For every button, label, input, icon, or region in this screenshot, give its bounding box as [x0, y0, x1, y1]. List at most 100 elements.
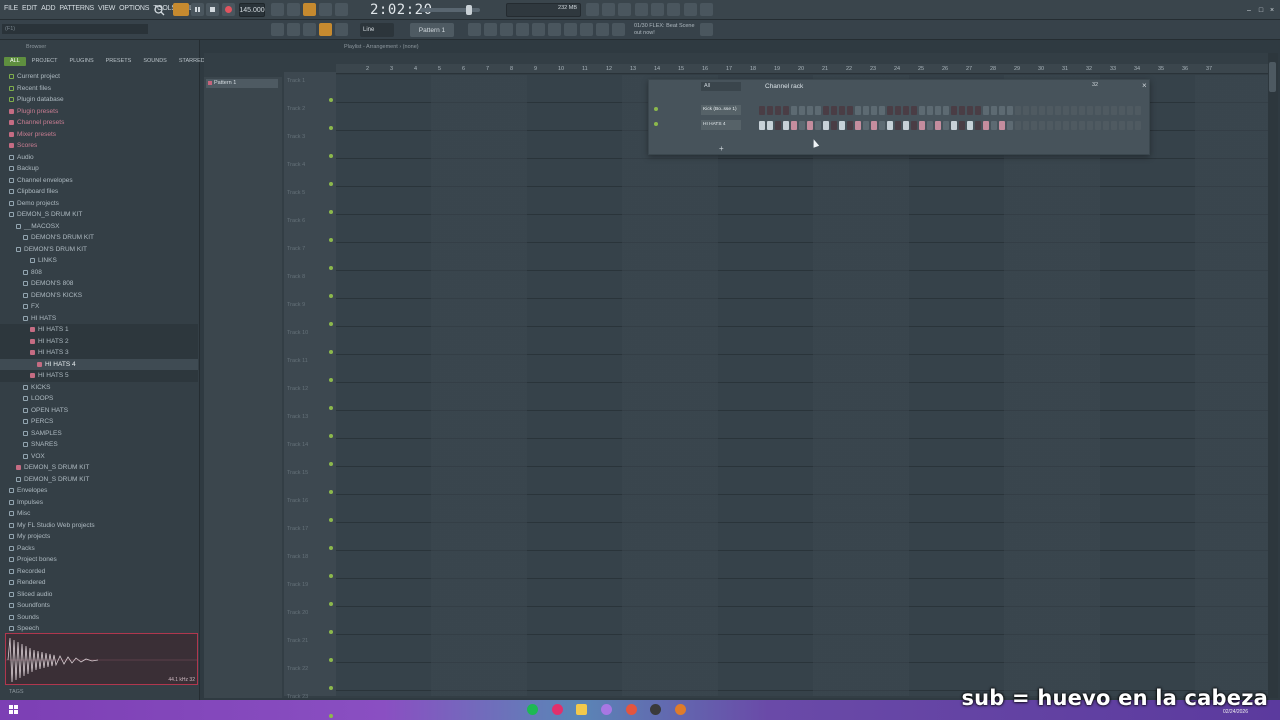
step-button[interactable] — [1007, 121, 1013, 130]
blend-notes-icon[interactable] — [335, 3, 348, 16]
master-volume-handle[interactable] — [466, 5, 472, 15]
step-button[interactable] — [991, 121, 997, 130]
news-icon[interactable] — [612, 23, 625, 36]
fl-studio-taskbar-icon[interactable] — [675, 704, 686, 715]
step-button[interactable] — [823, 106, 829, 115]
step-button[interactable] — [919, 106, 925, 115]
playlist-grid[interactable] — [336, 75, 1268, 696]
envelope-icon[interactable] — [532, 23, 545, 36]
browser-item[interactable]: LOOPS — [0, 393, 198, 405]
step-button[interactable] — [791, 106, 797, 115]
stop-button[interactable] — [206, 3, 219, 16]
step-button[interactable] — [783, 121, 789, 130]
track-name[interactable]: Track 17 — [287, 526, 308, 532]
browser-item[interactable]: HI HATS 1 — [0, 324, 198, 336]
tempo-display[interactable]: 145.000 — [239, 3, 265, 17]
stamp-icon[interactable] — [335, 23, 348, 36]
step-button[interactable] — [1039, 106, 1045, 115]
browser-item[interactable]: Recorded — [0, 566, 198, 578]
channel-name-button[interactable]: Kick (Bo..sse 1) — [701, 105, 741, 115]
browser-item[interactable]: 808 — [0, 267, 198, 279]
countdown-icon[interactable] — [303, 3, 316, 16]
step-button[interactable] — [855, 121, 861, 130]
timeline-ruler[interactable]: 2 3 4 5 6 7 8 9 10 11 12 13 14 15 16 17 18 19 20 21 22 23 24 25… — [336, 64, 1268, 74]
step-button[interactable] — [879, 121, 885, 130]
step-button[interactable] — [935, 121, 941, 130]
step-button[interactable] — [1071, 121, 1077, 130]
step-button[interactable] — [799, 121, 805, 130]
channel-filter-select[interactable]: All — [701, 82, 741, 91]
pattern-item[interactable]: Pattern 1 — [206, 79, 278, 88]
track-mute-led[interactable] — [329, 126, 333, 130]
step-button[interactable] — [903, 106, 909, 115]
step-button[interactable] — [783, 106, 789, 115]
record-button[interactable] — [222, 3, 235, 16]
step-button[interactable] — [863, 106, 869, 115]
step-button[interactable] — [1023, 106, 1029, 115]
track-name[interactable]: Track 14 — [287, 442, 308, 448]
step-button[interactable] — [847, 106, 853, 115]
step-button[interactable] — [1063, 106, 1069, 115]
rack-close-icon[interactable]: × — [1142, 81, 1147, 90]
step-button[interactable] — [879, 106, 885, 115]
step-button[interactable] — [959, 121, 965, 130]
track-mute-led[interactable] — [329, 546, 333, 550]
app-icon[interactable] — [601, 704, 612, 715]
browser-item[interactable]: SAMPLES — [0, 428, 198, 440]
menu-view[interactable]: VIEW — [98, 5, 115, 12]
browser-item[interactable]: DEMON_S DRUM KIT — [0, 474, 198, 486]
track-mute-led[interactable] — [329, 294, 333, 298]
step-button[interactable] — [775, 106, 781, 115]
pattern-song-toggle[interactable] — [173, 3, 189, 16]
step-button[interactable] — [1039, 121, 1045, 130]
touch-icon[interactable] — [564, 23, 577, 36]
cut-icon[interactable] — [602, 3, 615, 16]
track-mute-led[interactable] — [329, 434, 333, 438]
browser-item[interactable]: Backup — [0, 163, 198, 175]
step-button[interactable] — [999, 121, 1005, 130]
track-mute-led[interactable] — [329, 266, 333, 270]
track-mute-led[interactable] — [329, 686, 333, 690]
play-button[interactable] — [191, 3, 204, 16]
browser-item[interactable]: KICKS — [0, 382, 198, 394]
step-button[interactable] — [967, 106, 973, 115]
spotify-icon[interactable] — [527, 704, 538, 715]
piano-roll-icon[interactable] — [287, 23, 300, 36]
browser-item[interactable]: Channel envelopes — [0, 175, 198, 187]
gear-icon[interactable] — [580, 23, 593, 36]
browser-item[interactable]: DEMON'S KICKS — [0, 290, 198, 302]
browser-item[interactable]: Project bones — [0, 554, 198, 566]
step-button[interactable] — [1103, 106, 1109, 115]
step-button[interactable] — [767, 121, 773, 130]
step-button[interactable] — [1119, 106, 1125, 115]
step-button[interactable] — [975, 121, 981, 130]
step-button[interactable] — [839, 121, 845, 130]
browser-item[interactable]: Demo projects — [0, 198, 198, 210]
track-name[interactable]: Track 10 — [287, 330, 308, 336]
browser-item[interactable]: Sliced audio — [0, 589, 198, 601]
step-button[interactable] — [1087, 106, 1093, 115]
browser-item[interactable]: DEMON'S DRUM KIT — [0, 244, 198, 256]
save-icon[interactable] — [651, 3, 664, 16]
browser-item[interactable]: Current project — [0, 71, 198, 83]
channel-mute-led[interactable] — [654, 122, 658, 126]
step-button[interactable] — [1031, 121, 1037, 130]
browser-item[interactable]: Mixer presets — [0, 129, 198, 141]
track-mute-led[interactable] — [329, 574, 333, 578]
step-button[interactable] — [1007, 106, 1013, 115]
step-button[interactable] — [1095, 121, 1101, 130]
browser-tab-project[interactable]: PROJECT — [26, 57, 64, 66]
browser-item[interactable]: Plugin database — [0, 94, 198, 106]
track-mute-led[interactable] — [329, 98, 333, 102]
undo-icon[interactable] — [586, 3, 599, 16]
browser-item[interactable]: HI HATS 4 — [0, 358, 198, 370]
track-mute-led[interactable] — [329, 602, 333, 606]
step-button[interactable] — [775, 121, 781, 130]
browser-search-input[interactable]: (F1) — [2, 24, 148, 34]
step-button[interactable] — [1015, 106, 1021, 115]
step-button[interactable] — [1031, 106, 1037, 115]
browser-item[interactable]: Rendered — [0, 577, 198, 589]
step-button[interactable] — [1055, 121, 1061, 130]
step-button[interactable] — [887, 106, 893, 115]
menu-edit[interactable]: EDIT — [22, 5, 37, 12]
